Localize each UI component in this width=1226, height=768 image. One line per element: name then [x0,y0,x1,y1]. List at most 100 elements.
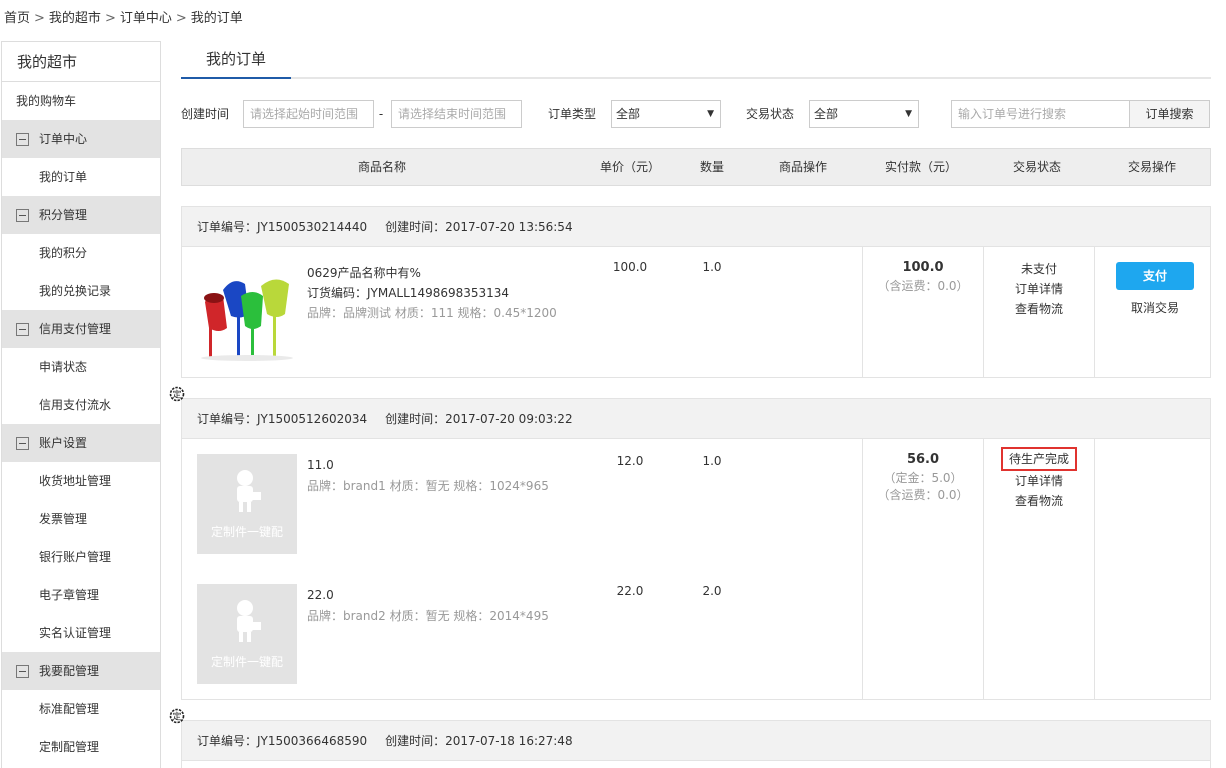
placeholder-label: 定制件一键配 [210,525,283,539]
product-attributes: 品牌：brand1 材质：暂无 规格：1024*965 [307,479,549,493]
sidebar-group-label: 订单中心 [39,132,88,146]
collapse-icon [16,322,29,336]
order-detail-link[interactable]: 订单详情 [984,472,1094,489]
trade-status: 未支付 [1020,262,1057,276]
freight-note: （含运费：0.0） [877,279,969,293]
trade-status-select[interactable]: 全部 ▼ [809,100,919,128]
order-type-select[interactable]: 全部 ▼ [611,100,721,128]
sidebar-item-my-points[interactable]: 我的积分 [2,234,160,272]
sidebar-item-my-orders[interactable]: 我的订单 [2,158,160,196]
collapse-icon [16,208,29,222]
sidebar-group-label: 我要配管理 [39,664,100,678]
sidebar-title: 我的超市 [2,42,160,82]
sidebar-item-cart[interactable]: 我的购物车 [2,82,160,120]
start-time-input[interactable]: 请选择起始时间范围 [243,100,374,128]
order-card: 订单编号：JY1500530214440 创建时间：2017-07-20 13:5… [181,206,1211,378]
breadcrumb-my-market[interactable]: 我的超市 [49,11,101,26]
sidebar-group-credit-pay[interactable]: 信用支付管理 [2,310,160,348]
table-header: 商品名称 单价（元） 数量 商品操作 实付款（元） 交易状态 交易操作 [181,148,1211,186]
collapse-icon [16,664,29,678]
view-logistics-link[interactable]: 查看物流 [984,300,1094,317]
sidebar-item-apply-status[interactable]: 申请状态 [2,348,160,386]
unit-price: 22.0 [616,584,644,598]
breadcrumb-my-orders[interactable]: 我的订单 [191,11,243,26]
product-name[interactable]: 22.0 [307,588,334,602]
order-created-time: 创建时间：2017-07-20 13:56:54 [385,220,573,234]
quantity: 1.0 [702,454,722,468]
sidebar-group-account[interactable]: 账户设置 [2,424,160,462]
header-product-ops: 商品操作 [778,160,827,174]
paid-amount: 56.0 [906,452,940,467]
svg-text:定: 定 [172,711,181,723]
cancel-trade-link[interactable]: 取消交易 [1116,299,1194,316]
header-product-name: 商品名称 [357,160,406,174]
breadcrumb-order-center[interactable]: 订单中心 [120,11,172,26]
header-quantity: 数量 [699,160,724,174]
sidebar-item-redeem-records[interactable]: 我的兑换记录 [2,272,160,310]
order-search-input[interactable]: 输入订单号进行搜索 [951,100,1130,128]
sidebar-group-order-center[interactable]: 订单中心 [2,120,160,158]
end-time-input[interactable]: 请选择结束时间范围 [391,100,522,128]
product-name[interactable]: 11.0 [307,458,334,472]
sidebar-group-label: 账户设置 [39,436,88,450]
order-number: 订单编号：JY1500366468590 [197,734,368,748]
sidebar-item-invoice[interactable]: 发票管理 [2,500,160,538]
breadcrumb-home[interactable]: 首页 [4,11,30,26]
quantity: 2.0 [702,584,722,598]
filter-bar: 创建时间 请选择起始时间范围 - 请选择结束时间范围 订单类型 全部 ▼ 交易状态… [181,100,1211,128]
header-paid-amount: 实付款（元） [884,160,957,174]
tab-my-orders[interactable]: 我的订单 [181,41,291,79]
sidebar-group-points[interactable]: 积分管理 [2,196,160,234]
placeholder-label: 定制件一键配 [210,655,283,669]
paid-amount: 100.0 [902,260,944,275]
sidebar-item-realname[interactable]: 实名认证管理 [2,614,160,652]
sidebar-item-credit-flow[interactable]: 信用支付流水 [2,386,160,424]
column-divider [1094,439,1095,699]
custom-gear-icon[interactable]: 定 [168,707,186,725]
sidebar-item-address[interactable]: 收货地址管理 [2,462,160,500]
freight-note: （含运费：0.0） [877,488,969,502]
pay-button[interactable]: 支付 [1116,262,1194,290]
custom-gear-icon[interactable]: 定 [168,385,186,403]
quantity: 1.0 [702,260,722,274]
product-image-paint-buckets[interactable] [197,262,297,362]
order-card: 订单编号：JY1500366468590 创建时间：2017-07-18 16:2… [181,720,1211,768]
product-image-placeholder[interactable]: 定制件一键配 [197,454,297,554]
tab-bar: 我的订单 [181,41,1211,79]
trade-status-label: 交易状态 [746,107,795,121]
trade-status-value: 全部 [814,107,839,121]
order-header: 订单编号：JY1500366468590 创建时间：2017-07-18 16:2… [182,721,1210,761]
sidebar-item-bank-account[interactable]: 银行账户管理 [2,538,160,576]
sidebar-item-e-seal[interactable]: 电子章管理 [2,576,160,614]
deposit-note: （定金：5.0） [883,471,963,485]
order-search-button[interactable]: 订单搜索 [1129,100,1210,128]
status-highlight: 待生产完成 [1000,447,1077,471]
order-card: 订单编号：JY1500512602034 创建时间：2017-07-20 09:0… [181,398,1211,700]
product-attributes: 品牌：brand2 材质：暂无 规格：2014*495 [307,609,549,623]
sidebar: 我的超市 我的购物车 订单中心 我的订单 积分管理 我的积分 我的兑换记录 信用… [1,41,161,768]
created-time-label: 创建时间 [181,107,230,121]
sidebar-group-config[interactable]: 我要配管理 [2,652,160,690]
order-type-value: 全部 [616,107,641,121]
order-header: 订单编号：JY1500512602034 创建时间：2017-07-20 09:0… [182,399,1210,439]
unit-price: 12.0 [616,454,644,468]
order-detail-link[interactable]: 订单详情 [984,280,1094,297]
header-trade-ops: 交易操作 [1127,160,1176,174]
dropdown-arrow-icon: ▼ [707,109,714,119]
sidebar-item-standard-config[interactable]: 标准配管理 [2,690,160,728]
order-type-label: 订单类型 [548,107,597,121]
order-number: 订单编号：JY1500512602034 [197,412,368,426]
product-name[interactable]: 0629产品名称中有% [307,264,421,281]
mascot-icon [237,470,261,512]
collapse-icon [16,132,29,146]
order-created-time: 创建时间：2017-07-20 09:03:22 [385,412,573,426]
header-unit-price: 单价（元） [599,160,660,174]
collapse-icon [16,436,29,450]
breadcrumb-separator: > [175,11,187,26]
breadcrumb-separator: > [104,11,116,26]
product-image-placeholder[interactable]: 定制件一键配 [197,584,297,684]
mascot-icon [237,600,261,642]
view-logistics-link[interactable]: 查看物流 [984,492,1094,509]
breadcrumb: 首页 > 我的超市 > 订单中心 > 我的订单 [4,7,243,26]
sidebar-item-custom-config[interactable]: 定制配管理 [2,728,160,766]
